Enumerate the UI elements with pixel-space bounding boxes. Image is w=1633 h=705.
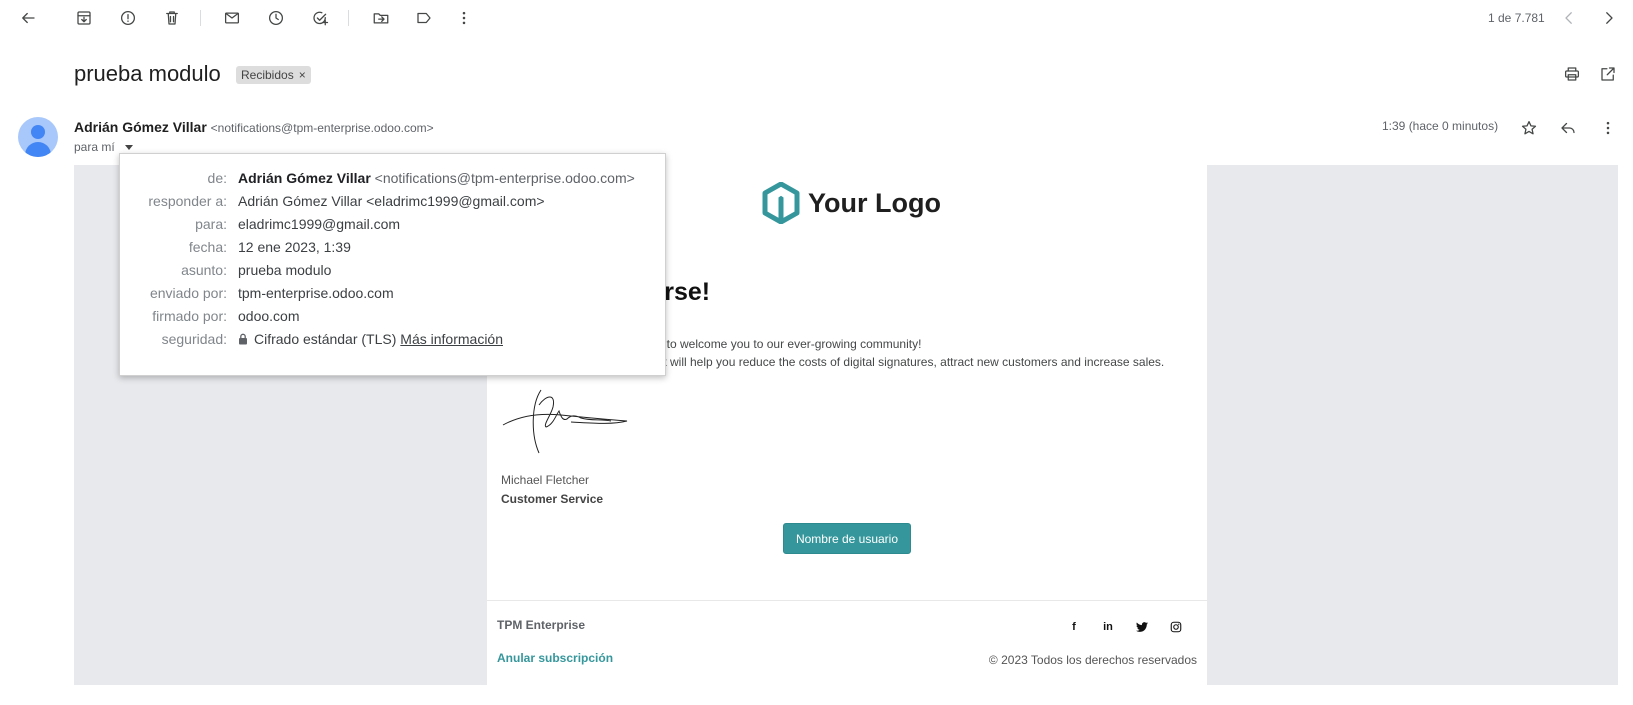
toolbar-divider — [200, 10, 201, 26]
sender-name[interactable]: Adrián Gómez Villar — [74, 119, 207, 135]
detail-key: de: — [207, 170, 227, 186]
received-time: 1:39 (hace 0 minutos) — [1382, 119, 1499, 133]
detail-row-to: para: eladrimc1999@gmail.com — [120, 216, 667, 236]
detail-row-reply-to: responder a: Adrián Gómez Villar <eladri… — [120, 193, 667, 213]
lock-icon — [239, 333, 247, 345]
footer-divider — [487, 600, 1207, 601]
twitter-icon[interactable] — [1135, 620, 1149, 634]
detail-from-email: <notifications@tpm-enterprise.odoo.com> — [374, 170, 635, 186]
back-arrow-icon[interactable] — [16, 6, 40, 30]
toolbar-divider — [348, 10, 349, 26]
instagram-icon[interactable] — [1169, 620, 1183, 634]
logo-text: Your Logo — [808, 187, 941, 218]
prev-icon[interactable] — [1557, 6, 1581, 30]
snooze-icon[interactable] — [264, 6, 288, 30]
detail-value: odoo.com — [238, 308, 300, 324]
move-to-icon[interactable] — [369, 6, 393, 30]
detail-key: responder a: — [148, 193, 227, 209]
detail-value: eladrimc1999@gmail.com — [238, 216, 401, 232]
detail-value: tpm-enterprise.odoo.com — [238, 285, 394, 301]
detail-key: para: — [195, 216, 227, 232]
detail-from-name: Adrián Gómez Villar — [238, 170, 371, 186]
add-task-icon[interactable] — [308, 6, 332, 30]
label-chip[interactable]: Recibidos × — [236, 66, 311, 84]
message-details-popup: de: Adrián Gómez Villar <notifications@t… — [119, 153, 666, 376]
more-vert-icon[interactable] — [452, 6, 476, 30]
detail-row-security: seguridad: Cifrado estándar (TLS) Más in… — [120, 331, 667, 351]
detail-value: Cifrado estándar (TLS) Más información — [238, 331, 503, 347]
recipient-text: para mí — [74, 140, 115, 154]
detail-row-subject: asunto: prueba modulo — [120, 262, 667, 282]
detail-key: firmado por: — [152, 308, 227, 324]
signature-role: Customer Service — [501, 492, 604, 506]
email-subject: prueba modulo — [74, 61, 221, 86]
facebook-icon[interactable]: f — [1067, 620, 1081, 634]
signature-name: Michael Fletcher — [501, 473, 590, 487]
linkedin-icon[interactable]: in — [1101, 620, 1115, 634]
detail-key: asunto: — [181, 262, 227, 278]
delete-icon[interactable] — [160, 6, 184, 30]
more-info-link[interactable]: Más información — [400, 331, 503, 347]
chevron-down-icon[interactable] — [124, 144, 133, 150]
label-icon[interactable] — [412, 6, 436, 30]
security-text: Cifrado estándar (TLS) — [254, 331, 397, 347]
company-logo: Your Logo — [762, 182, 941, 224]
reply-icon[interactable] — [1557, 117, 1579, 139]
archive-icon[interactable] — [72, 6, 96, 30]
handwritten-signature — [502, 389, 628, 454]
more-vert-icon[interactable] — [1597, 117, 1619, 139]
sender-email: <notifications@tpm-enterprise.odoo.com> — [210, 121, 434, 135]
pagination-count: 1 de 7.781 — [1488, 11, 1545, 25]
print-icon[interactable] — [1561, 63, 1583, 85]
detail-row-from: de: Adrián Gómez Villar <notifications@t… — [120, 170, 667, 190]
open-in-new-window-icon[interactable] — [1597, 63, 1619, 85]
toolbar: 1 de 7.781 — [0, 0, 1633, 36]
username-button[interactable]: Nombre de usuario — [783, 523, 911, 554]
copyright-text: © 2023 Todos los derechos reservados — [988, 653, 1197, 667]
star-icon[interactable] — [1518, 117, 1540, 139]
report-spam-icon[interactable] — [116, 6, 140, 30]
recipient-toggle[interactable]: para mí — [74, 140, 133, 154]
body-paragraph-2: , it will help you reduce the costs of d… — [654, 355, 1165, 369]
sender-line: Adrián Gómez Villar <notifications@tpm-e… — [74, 119, 434, 135]
body-paragraph-1: ty to welcome you to our ever-growing co… — [654, 337, 922, 351]
detail-value: Adrián Gómez Villar <notifications@tpm-e… — [238, 170, 635, 186]
detail-key: enviado por: — [149, 285, 227, 301]
detail-key: seguridad: — [161, 331, 227, 347]
social-links: f in — [1067, 620, 1183, 634]
detail-value: Adrián Gómez Villar <eladrimc1999@gmail.… — [238, 193, 545, 209]
hexagon-logo-icon — [762, 182, 800, 224]
detail-key: fecha: — [188, 239, 227, 255]
detail-row-mailed-by: enviado por: tpm-enterprise.odoo.com — [120, 285, 667, 305]
remove-label-icon[interactable]: × — [299, 68, 306, 82]
footer-company: TPM Enterprise — [497, 618, 586, 632]
detail-value: 12 ene 2023, 1:39 — [238, 239, 351, 255]
mark-unread-icon[interactable] — [220, 6, 244, 30]
detail-value: prueba modulo — [238, 262, 332, 278]
unsubscribe-link[interactable]: Anular subscripción — [497, 651, 613, 665]
label-chip-text: Recibidos — [241, 68, 294, 82]
detail-row-signed-by: firmado por: odoo.com — [120, 308, 667, 328]
detail-row-date: fecha: 12 ene 2023, 1:39 — [120, 239, 667, 259]
avatar[interactable] — [18, 117, 58, 157]
next-icon[interactable] — [1597, 6, 1621, 30]
